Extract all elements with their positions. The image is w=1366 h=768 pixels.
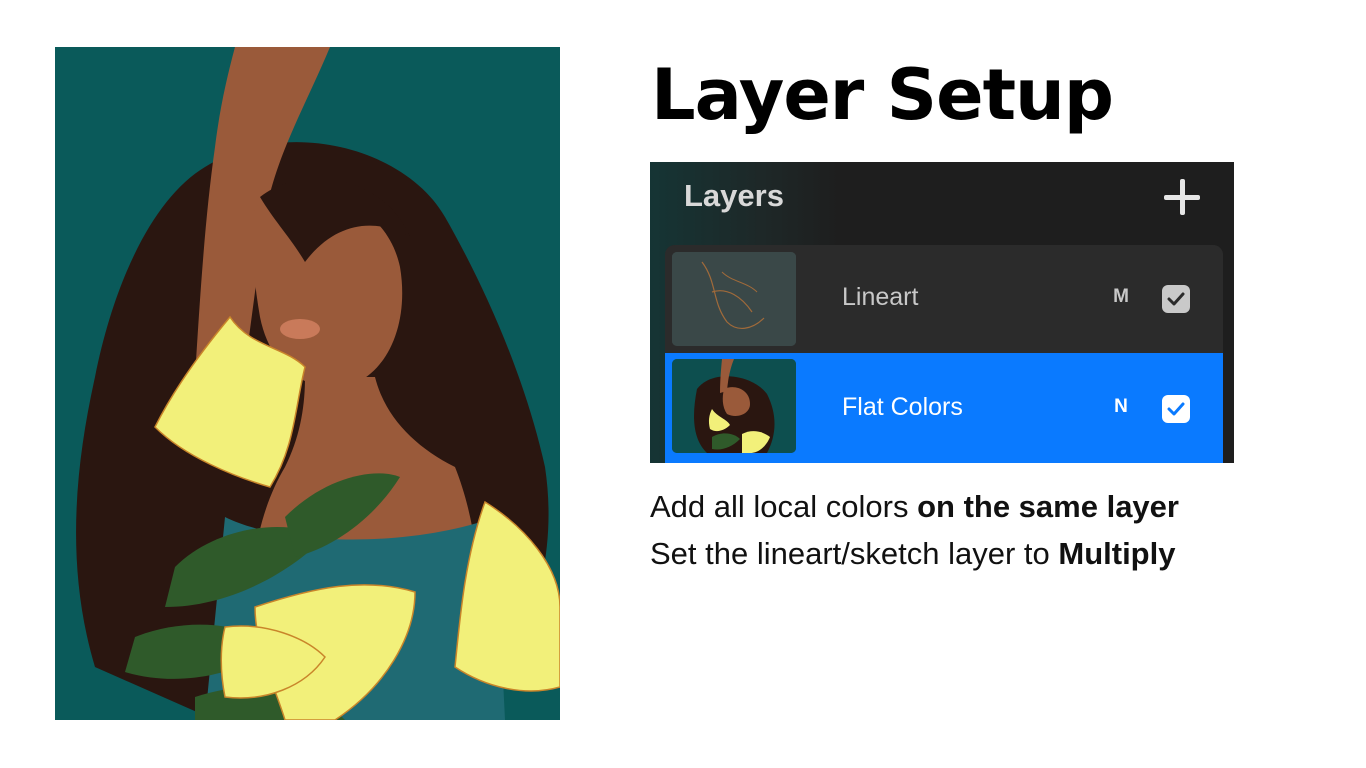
layer-row-flat-colors[interactable]: Flat Colors N xyxy=(665,353,1223,463)
caption-emphasis: Multiply xyxy=(1058,536,1176,571)
add-layer-button[interactable] xyxy=(1162,177,1202,217)
layer-name: Lineart xyxy=(842,283,919,311)
visibility-checkbox[interactable] xyxy=(1162,285,1190,313)
slide: Layer Setup Layers Lineart M Flat Colors… xyxy=(0,0,1366,768)
checkmark-icon xyxy=(1167,402,1185,416)
illustration-svg xyxy=(55,47,560,720)
visibility-checkbox[interactable] xyxy=(1162,395,1190,423)
layer-list: Lineart M Flat Colors N xyxy=(665,245,1223,463)
illustration-artwork xyxy=(55,47,560,720)
layer-row-lineart[interactable]: Lineart M xyxy=(665,245,1223,353)
blend-mode-button[interactable]: N xyxy=(1110,394,1132,420)
caption-emphasis: on the same layer xyxy=(917,489,1179,524)
layers-panel-title: Layers xyxy=(684,178,784,213)
layers-panel: Layers Lineart M Flat Colors N xyxy=(650,162,1234,463)
caption-line: Set the lineart/sketch layer to Multiply xyxy=(650,534,1175,574)
layer-name: Flat Colors xyxy=(842,393,963,421)
caption-text: Set the lineart/sketch layer to xyxy=(650,536,1059,571)
lineart-thumbnail-icon xyxy=(672,252,796,346)
checkmark-icon xyxy=(1167,292,1185,306)
lips-shape xyxy=(280,319,320,339)
layer-thumbnail xyxy=(672,359,796,453)
layer-thumbnail xyxy=(672,252,796,346)
caption-text: Add all local colors xyxy=(650,489,918,524)
flat-colors-thumbnail-icon xyxy=(672,359,796,453)
caption-line: Add all local colors on the same layer xyxy=(650,487,1179,527)
page-title: Layer Setup xyxy=(651,54,1114,136)
blend-mode-button[interactable]: M xyxy=(1110,284,1132,310)
